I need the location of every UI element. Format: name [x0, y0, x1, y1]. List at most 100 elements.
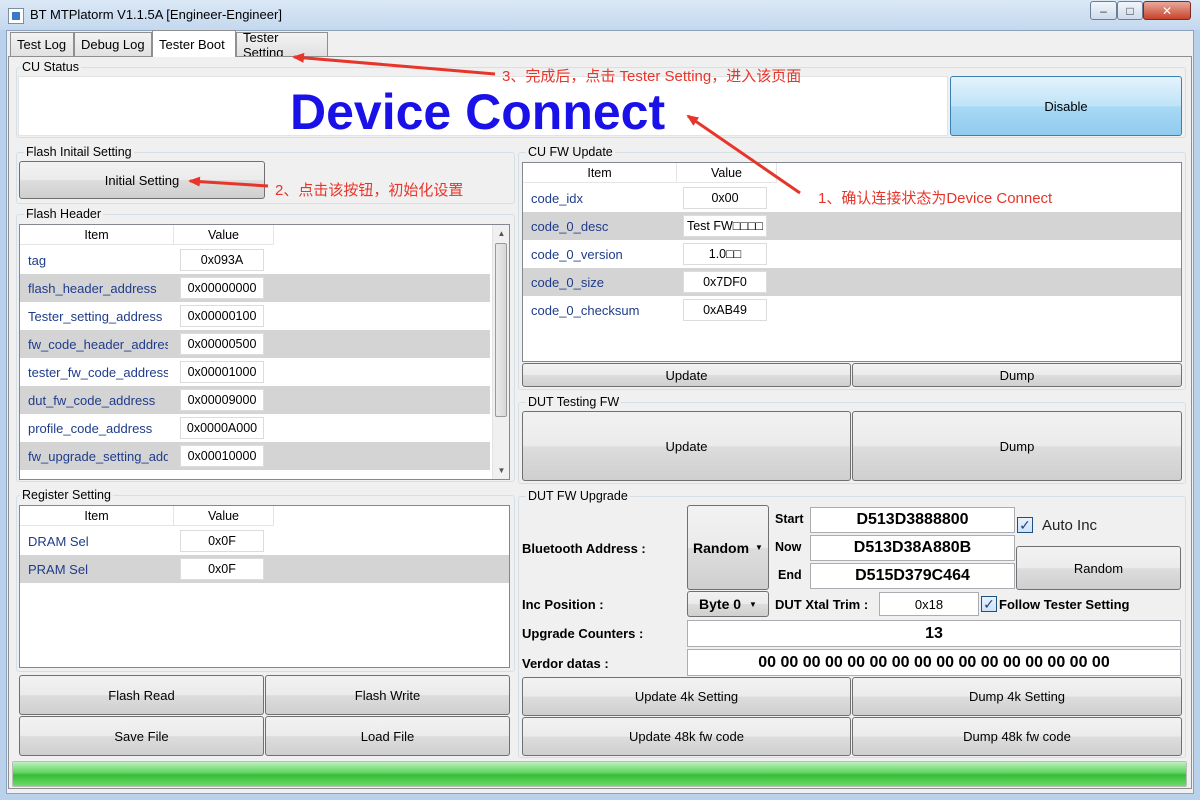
row-item-name: fw_code_header_address: [28, 337, 168, 352]
table-row[interactable]: flash_header_address 0x00000000: [20, 274, 490, 302]
update-48k-fw-button[interactable]: Update 48k fw code: [522, 717, 851, 756]
scroll-up-icon[interactable]: ▲: [493, 225, 509, 242]
row-item-name: profile_code_address: [28, 421, 153, 436]
now-address-input[interactable]: D513D38A880B: [810, 535, 1015, 561]
dut-fw-upgrade-label: DUT FW Upgrade: [526, 489, 630, 503]
dump-48k-fw-button[interactable]: Dump 48k fw code: [852, 717, 1182, 756]
flash-read-button[interactable]: Flash Read: [19, 675, 264, 715]
chevron-down-icon: ▼: [755, 543, 763, 552]
auto-inc-checkbox[interactable]: ✓: [1017, 517, 1033, 533]
row-value-cell[interactable]: 1.0□□: [683, 243, 767, 265]
now-label: Now: [775, 540, 802, 554]
table-row[interactable]: DRAM Sel 0x0F: [20, 527, 509, 555]
row-item-name: fw_upgrade_setting_address: [28, 449, 168, 464]
annotation-step-2: 2、点击该按钮，初始化设置: [275, 182, 464, 199]
row-value-cell[interactable]: 0x00000100: [180, 305, 264, 327]
row-item-name: DRAM Sel: [28, 534, 89, 549]
start-address-input[interactable]: D513D3888800: [810, 507, 1015, 533]
row-value-cell[interactable]: 0x00: [683, 187, 767, 209]
cu-fw-dump-button[interactable]: Dump: [852, 363, 1182, 387]
table-row[interactable]: code_0_desc Test FW□□□□: [523, 212, 1181, 240]
row-value-cell[interactable]: 0x00000500: [180, 333, 264, 355]
scroll-down-icon[interactable]: ▼: [493, 462, 509, 479]
bluetooth-address-label: Bluetooth Address :: [522, 541, 646, 556]
row-item-name: flash_header_address: [28, 281, 157, 296]
table-row[interactable]: profile_code_address 0x0000A000: [20, 414, 490, 442]
row-value-cell[interactable]: 0x7DF0: [683, 271, 767, 293]
flash-write-button[interactable]: Flash Write: [265, 675, 510, 715]
column-header-item[interactable]: Item: [20, 506, 174, 526]
disable-button[interactable]: Disable: [950, 76, 1182, 136]
table-row[interactable]: code_0_size 0x7DF0: [523, 268, 1181, 296]
table-row[interactable]: PRAM Sel 0x0F: [20, 555, 509, 583]
vendor-datas-input[interactable]: 00 00 00 00 00 00 00 00 00 00 00 00 00 0…: [687, 649, 1181, 676]
column-header-item[interactable]: Item: [523, 163, 677, 183]
connection-status-text: Device Connect: [290, 84, 666, 140]
row-value-cell[interactable]: 0x0000A000: [180, 417, 264, 439]
column-header-value[interactable]: Value: [174, 506, 274, 526]
address-mode-dropdown[interactable]: Random ▼: [687, 505, 769, 590]
row-value-cell[interactable]: Test FW□□□□: [683, 215, 767, 237]
minimize-button[interactable]: –: [1090, 1, 1117, 20]
maximize-button[interactable]: □: [1117, 1, 1143, 20]
tab-tester-setting[interactable]: Tester Setting: [236, 30, 328, 60]
table-row[interactable]: dut_fw_code_address 0x00009000: [20, 386, 490, 414]
upgrade-counters-label: Upgrade Counters :: [522, 626, 644, 641]
table-row[interactable]: code_0_version 1.0□□: [523, 240, 1181, 268]
dump-4k-setting-button[interactable]: Dump 4k Setting: [852, 677, 1182, 716]
row-value-cell[interactable]: 0xAB49: [683, 299, 767, 321]
table-row[interactable]: Tester_setting_address 0x00000100: [20, 302, 490, 330]
close-button[interactable]: ✕: [1143, 1, 1191, 20]
flash-header-table: Item Value tag 0x093A flash_header_address…: [19, 224, 510, 480]
tab-tester-boot[interactable]: Tester Boot: [152, 30, 236, 57]
row-item-name: tag: [28, 253, 47, 268]
column-header-item[interactable]: Item: [20, 225, 174, 245]
cu-fw-update-label: CU FW Update: [526, 145, 615, 159]
cu-fw-update-button[interactable]: Update: [522, 363, 851, 387]
tab-test-log[interactable]: Test Log: [10, 32, 74, 56]
row-value-cell[interactable]: 0x00009000: [180, 389, 264, 411]
table-row[interactable]: code_0_checksum 0xAB49: [523, 296, 1181, 324]
row-value-cell[interactable]: 0x00001000: [180, 361, 264, 383]
column-header-value[interactable]: Value: [677, 163, 777, 183]
dut-testing-update-button[interactable]: Update: [522, 411, 851, 481]
table-row[interactable]: tester_fw_code_address 0x00001000: [20, 358, 490, 386]
update-4k-setting-button[interactable]: Update 4k Setting: [522, 677, 851, 716]
flash-header-label: Flash Header: [24, 207, 104, 221]
row-value-cell[interactable]: 0x093A: [180, 249, 264, 271]
vertical-scrollbar[interactable]: ▲ ▼: [492, 225, 509, 479]
scroll-thumb[interactable]: [495, 243, 507, 417]
table-row[interactable]: fw_upgrade_setting_address 0x00010000: [20, 442, 490, 470]
column-header-value[interactable]: Value: [174, 225, 274, 245]
xtal-trim-label: DUT Xtal Trim :: [775, 597, 869, 612]
chevron-down-icon: ▼: [749, 599, 757, 609]
dut-testing-dump-button[interactable]: Dump: [852, 411, 1182, 481]
inc-position-value: Byte 0: [699, 596, 742, 612]
end-label: End: [778, 568, 802, 582]
table-row[interactable]: tag 0x093A: [20, 246, 490, 274]
row-value-cell[interactable]: 0x00010000: [180, 445, 264, 467]
app-icon: [8, 8, 24, 24]
row-value-cell[interactable]: 0x0F: [180, 530, 264, 552]
tab-debug-log[interactable]: Debug Log: [74, 32, 152, 56]
follow-tester-checkbox[interactable]: ✓: [981, 596, 997, 612]
upgrade-counters-value: 13: [687, 620, 1181, 647]
window-title: BT MTPlatorm V1.1.5A [Engineer-Engineer]: [30, 7, 282, 22]
row-value-cell[interactable]: 0x0F: [180, 558, 264, 580]
load-file-button[interactable]: Load File: [265, 716, 510, 756]
follow-tester-label: Follow Tester Setting: [999, 597, 1130, 612]
initial-setting-button[interactable]: Initial Setting: [19, 161, 265, 199]
row-value-cell[interactable]: 0x00000000: [180, 277, 264, 299]
vendor-datas-label: Verdor datas :: [522, 656, 609, 671]
end-address-input[interactable]: D515D379C464: [810, 563, 1015, 589]
random-address-button[interactable]: Random: [1016, 546, 1181, 590]
inc-position-dropdown[interactable]: Byte 0 ▼: [687, 591, 769, 617]
row-item-name: Tester_setting_address: [28, 309, 163, 324]
row-item-name: tester_fw_code_address: [28, 365, 168, 380]
register-setting-label: Register Setting: [20, 488, 113, 502]
start-label: Start: [775, 512, 804, 526]
xtal-trim-input[interactable]: 0x18: [879, 592, 979, 616]
inc-position-label: Inc Position :: [522, 597, 604, 612]
save-file-button[interactable]: Save File: [19, 716, 264, 756]
table-row[interactable]: fw_code_header_address 0x00000500: [20, 330, 490, 358]
